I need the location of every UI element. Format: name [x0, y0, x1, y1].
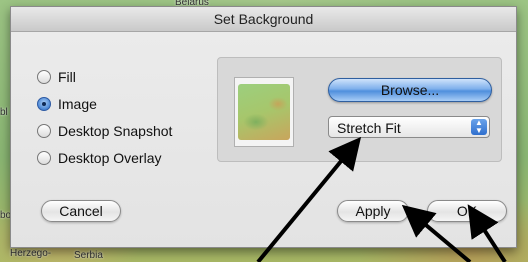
radio-button-fill[interactable] — [37, 69, 51, 84]
radio-button-desktop-overlay[interactable] — [37, 150, 51, 165]
radio-label-desktop-overlay: Desktop Overlay — [58, 149, 162, 166]
fit-mode-select[interactable]: Stretch Fit ▲ ▼ — [328, 116, 490, 138]
radio-label-image: Image — [58, 95, 97, 112]
radio-label-fill: Fill — [58, 68, 76, 85]
radio-option-desktop-snapshot[interactable]: Desktop Snapshot — [37, 117, 172, 144]
cancel-button[interactable]: Cancel — [41, 200, 121, 222]
radio-button-desktop-snapshot[interactable] — [37, 123, 51, 138]
browse-button[interactable]: Browse... — [328, 78, 492, 102]
radio-option-image[interactable]: Image — [37, 90, 172, 117]
map-label-left-mid: bl — [0, 107, 8, 118]
set-background-dialog: Set Background Fill Image Desktop Snapsh… — [10, 6, 517, 248]
radio-option-fill[interactable]: Fill — [37, 63, 172, 90]
dialog-title: Set Background — [11, 7, 516, 32]
radio-option-desktop-overlay[interactable]: Desktop Overlay — [37, 144, 172, 171]
europe-map-preview — [238, 84, 290, 140]
map-label-serbia: Serbia — [74, 250, 103, 261]
radio-button-image[interactable] — [37, 96, 51, 111]
map-label-herzegovina: Herzego- — [10, 248, 52, 259]
background-mode-radio-group: Fill Image Desktop Snapshot Desktop Over… — [37, 63, 172, 171]
apply-button[interactable]: Apply — [337, 200, 409, 222]
radio-label-desktop-snapshot: Desktop Snapshot — [58, 122, 173, 139]
image-options-panel: Browse... Stretch Fit ▲ ▼ — [217, 57, 502, 162]
select-updown-arrows-icon: ▲ ▼ — [471, 119, 487, 135]
image-preview-thumbnail — [234, 77, 294, 147]
ok-button[interactable]: OK — [427, 200, 507, 222]
fit-mode-value: Stretch Fit — [337, 120, 401, 136]
